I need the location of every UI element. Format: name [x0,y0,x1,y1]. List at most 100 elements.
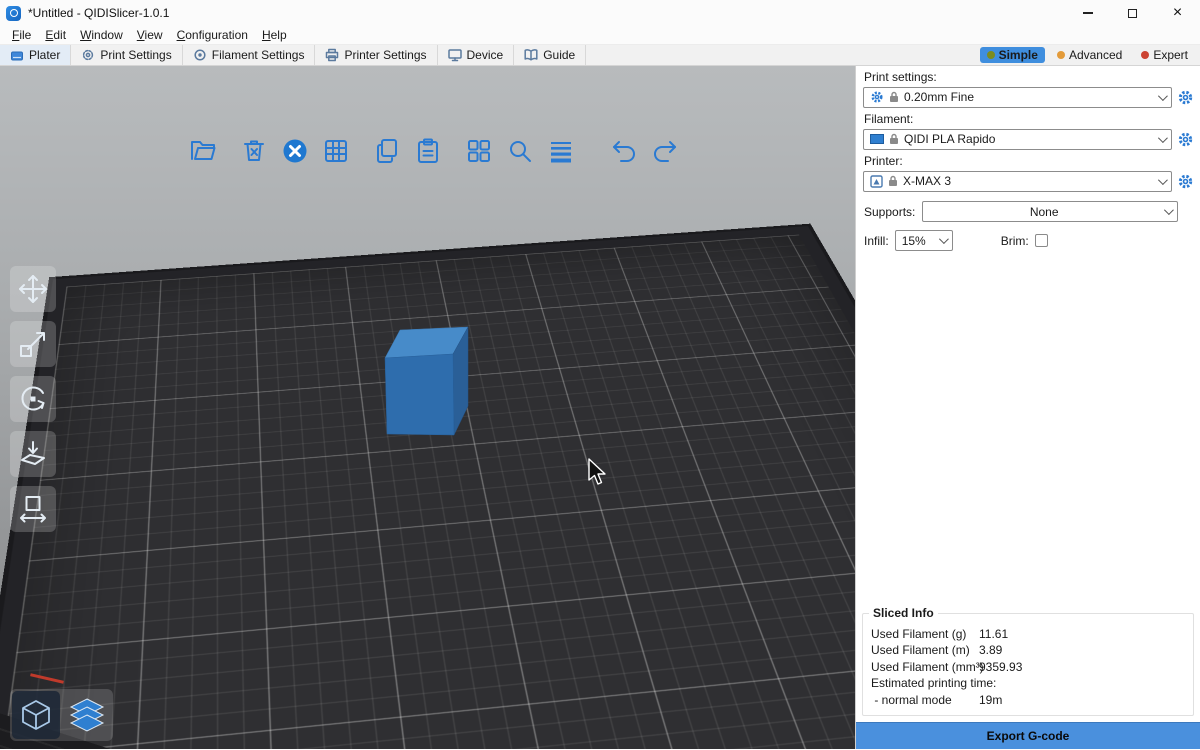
arrange-icon [322,137,350,165]
filament-value: QIDI PLA Rapido [904,132,1153,146]
brim-checkbox[interactable] [1035,234,1048,247]
chevron-down-icon [1158,175,1168,185]
right-sidebar: Print settings: 0.20mm Fine [855,66,1200,749]
infill-combo[interactable]: 15% [895,230,953,251]
chevron-down-icon [1158,133,1168,143]
filament-combo[interactable]: QIDI PLA Rapido [863,129,1172,150]
scale-button[interactable] [10,321,56,367]
tab-label: Plater [29,48,60,62]
gear-icon [1177,173,1194,190]
top-toolbar [186,134,682,168]
copy-icon [373,137,401,165]
redo-button[interactable] [648,134,682,168]
left-toolbar [10,266,56,532]
lock-icon [889,133,899,145]
rotate-icon [18,384,48,414]
mode-expert[interactable]: Expert [1134,47,1195,63]
filament-color-swatch [870,134,884,144]
editor-3d-icon [19,698,53,732]
paste-icon [414,137,442,165]
mode-simple[interactable]: Simple [980,47,1045,63]
maximize-icon [1128,9,1137,18]
brim-label: Brim: [1001,234,1029,248]
menu-help[interactable]: Help [255,27,294,43]
sliced-info-row: Used Filament (mm³) 9359.93 [871,660,1185,674]
tab-filament-settings[interactable]: Filament Settings [183,45,316,65]
viewport-3d[interactable] [0,66,855,749]
print-settings-combo[interactable]: 0.20mm Fine [863,87,1172,108]
delete-icon [240,137,268,165]
arrange-button[interactable] [319,134,353,168]
tab-label: Guide [543,48,575,62]
move-button[interactable] [10,266,56,312]
tab-guide[interactable]: Guide [514,45,586,65]
plater-icon [10,48,24,62]
device-icon [448,48,462,62]
tab-label: Filament Settings [212,48,305,62]
supports-value: None [929,205,1159,219]
supports-combo[interactable]: None [922,201,1178,222]
split-icon [465,137,493,165]
search-icon [506,137,534,165]
search-button[interactable] [503,134,537,168]
printer-value: X-MAX 3 [903,174,1153,188]
undo-icon [609,136,639,166]
supports-label: Supports: [864,205,915,219]
tab-plater[interactable]: Plater [0,45,71,65]
filament-label: Filament: [856,108,1200,128]
window-title: *Untitled - QIDISlicer-1.0.1 [28,6,169,20]
split-button[interactable] [462,134,496,168]
close-icon: × [1173,5,1182,21]
print-settings-gear-button[interactable] [1172,86,1198,108]
preview-layers-button[interactable] [63,691,111,739]
export-gcode-button[interactable]: Export G-code [856,722,1200,749]
tab-printer-settings[interactable]: Printer Settings [315,45,437,65]
menu-window[interactable]: Window [73,27,130,43]
rotate-button[interactable] [10,376,56,422]
filament-gear-button[interactable] [1172,128,1198,150]
scale-icon [18,329,48,359]
open-button[interactable] [186,134,220,168]
paste-button[interactable] [411,134,445,168]
delete-all-button[interactable] [278,134,312,168]
delete-button[interactable] [237,134,271,168]
gear-icon [1177,131,1194,148]
tab-label: Printer Settings [344,48,426,62]
copy-button[interactable] [370,134,404,168]
maximize-button[interactable] [1110,0,1155,26]
menu-file[interactable]: File [5,27,38,43]
variable-layer-height-button[interactable] [544,134,578,168]
tab-print-settings[interactable]: Print Settings [71,45,182,65]
minimize-button[interactable] [1065,0,1110,26]
measure-button[interactable] [10,486,56,532]
titlebar: *Untitled - QIDISlicer-1.0.1 × [0,0,1200,26]
print-bed [0,226,855,749]
tab-device[interactable]: Device [438,45,515,65]
printer-label: Printer: [856,150,1200,170]
view-toggles [10,689,113,741]
gear-icon [870,90,884,104]
sliced-info-row: - normal mode 19m [871,693,1185,707]
editor-3d-view-button[interactable] [12,691,60,739]
tab-label: Device [467,48,504,62]
mode-advanced[interactable]: Advanced [1050,47,1129,63]
printer-icon [870,175,883,188]
place-on-face-button[interactable] [10,431,56,477]
measure-icon [18,494,48,524]
gear-icon [1177,89,1194,106]
printer-combo[interactable]: X-MAX 3 [863,171,1172,192]
print-settings-value: 0.20mm Fine [904,90,1153,104]
window-controls: × [1065,0,1200,26]
tabbar: Plater Print Settings Filament Settings … [0,45,1200,66]
undo-button[interactable] [607,134,641,168]
menu-configuration[interactable]: Configuration [170,27,255,43]
simple-mode-dot-icon [987,51,995,59]
sliced-info-row: Used Filament (g) 11.61 [871,627,1185,641]
chevron-down-icon [939,234,949,244]
menu-edit[interactable]: Edit [38,27,73,43]
model-cube[interactable] [380,318,476,442]
printer-gear-button[interactable] [1172,170,1198,192]
open-icon [189,137,217,165]
close-button[interactable]: × [1155,0,1200,26]
menu-view[interactable]: View [130,27,170,43]
